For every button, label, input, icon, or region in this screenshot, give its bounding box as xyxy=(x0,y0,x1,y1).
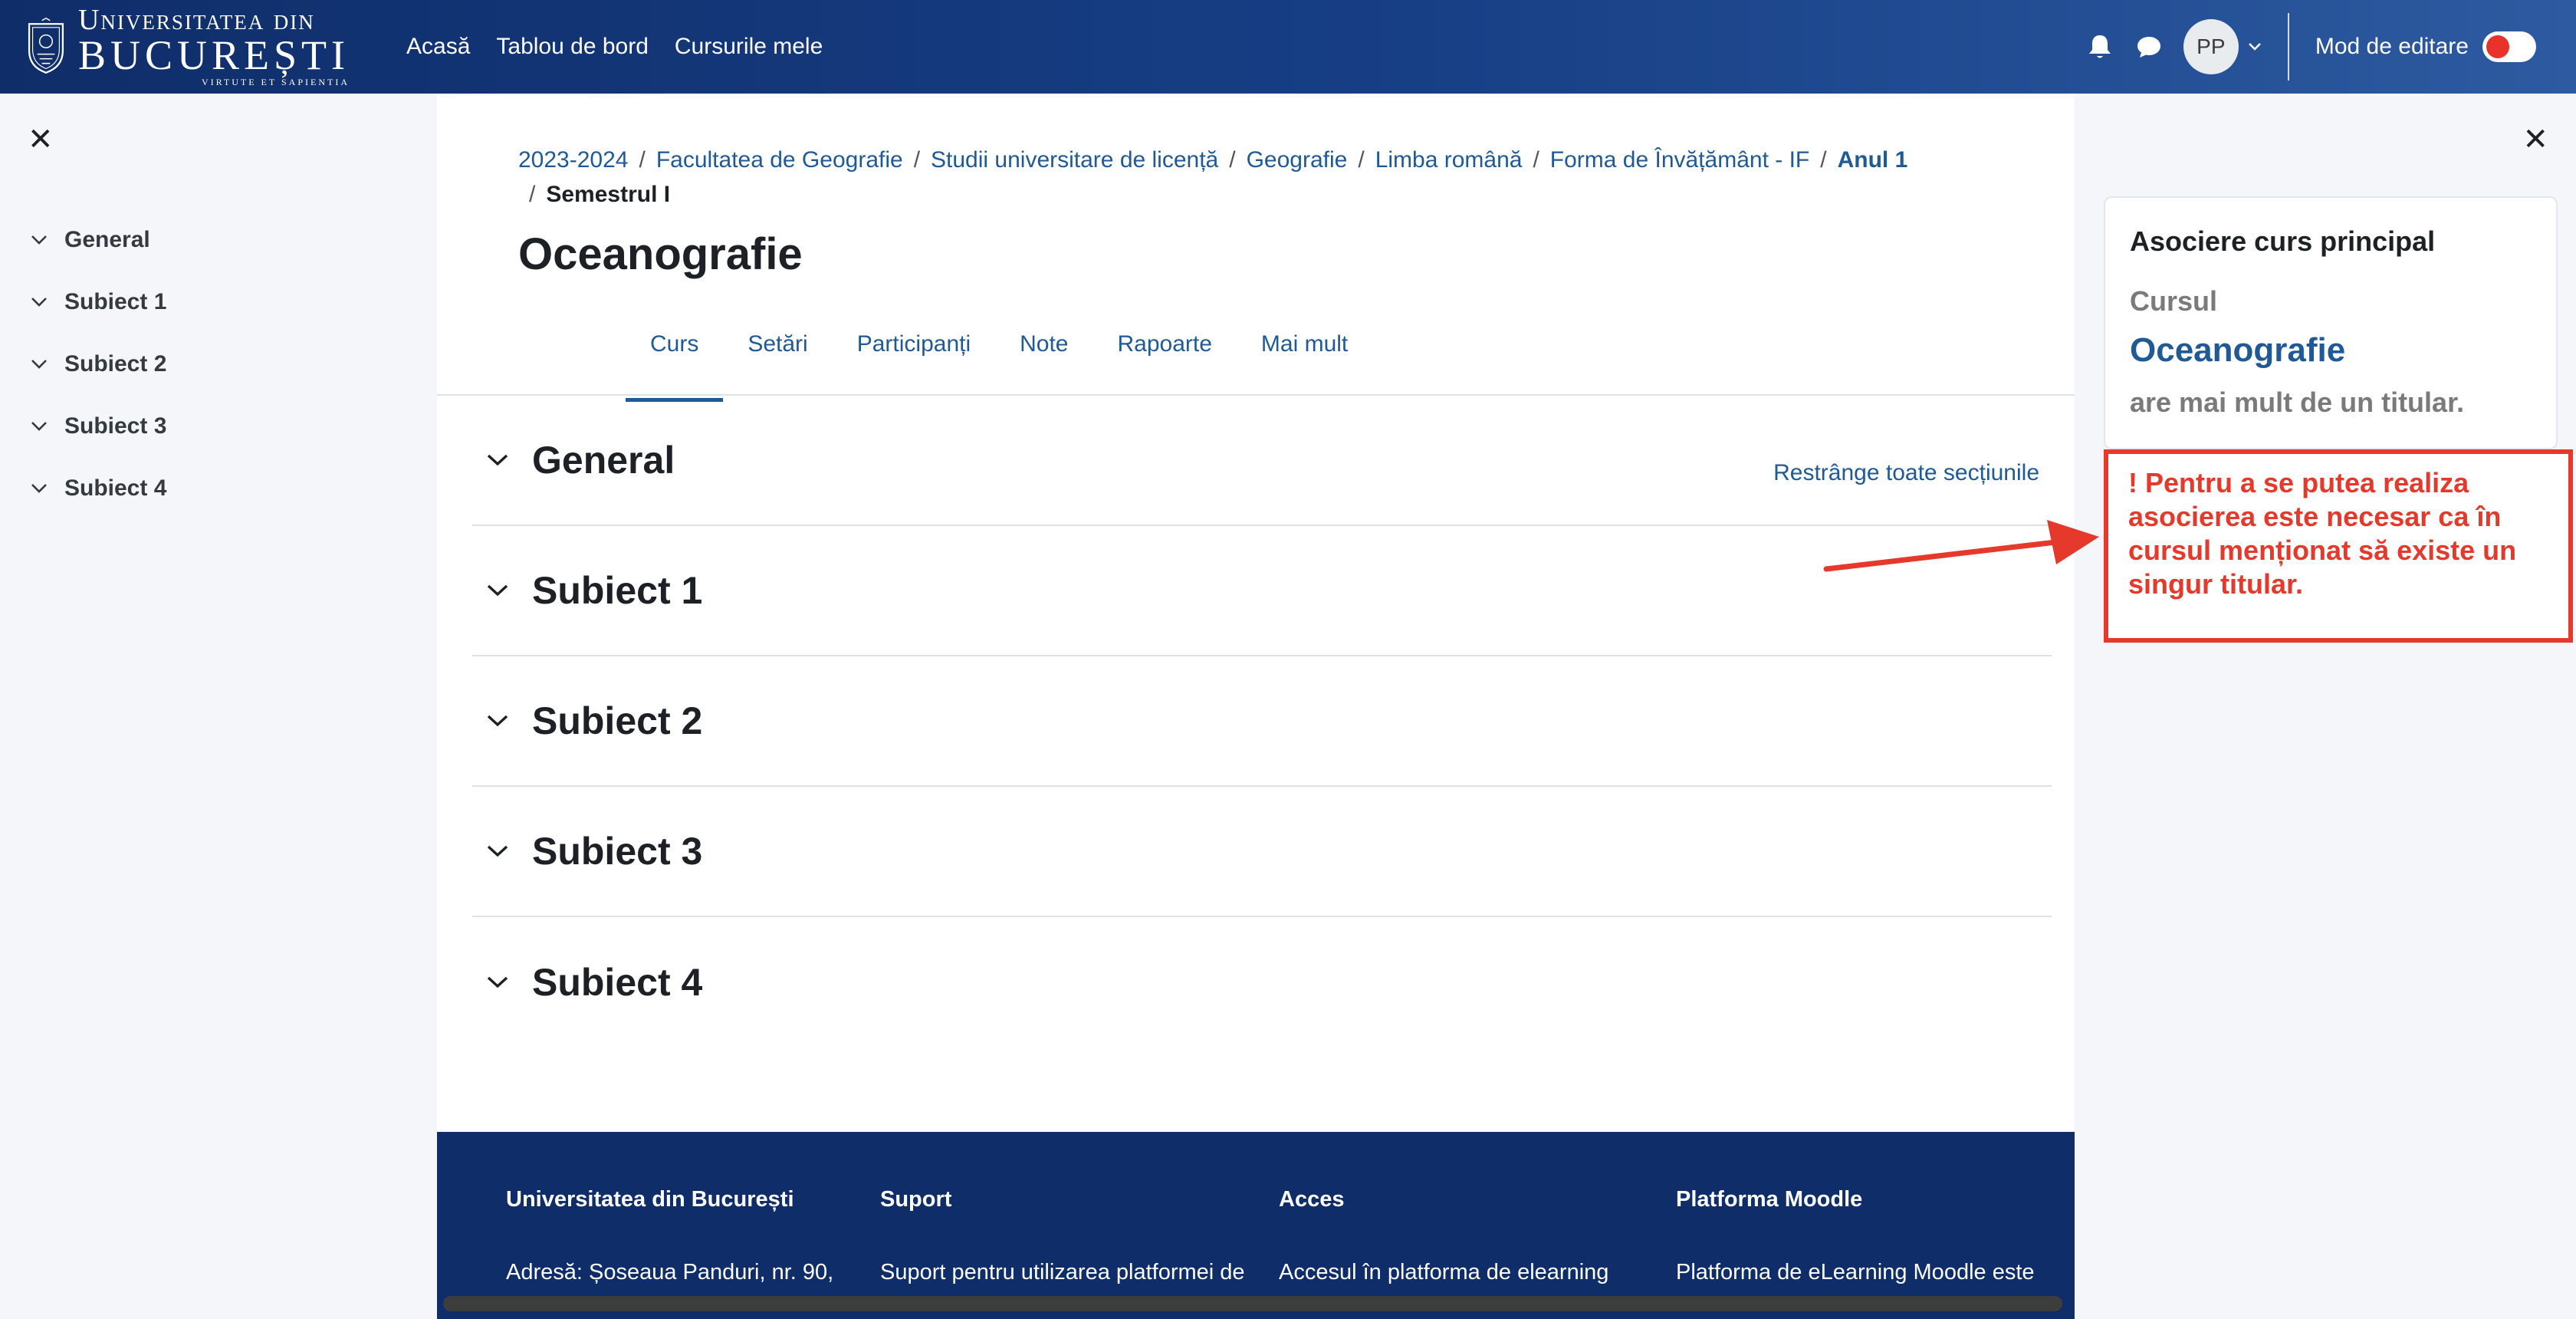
logo-motto: VIRTUTE ET SAPIENTIA xyxy=(201,77,350,87)
page-footer: Universitatea din București Adresă: Șose… xyxy=(437,1132,2075,1319)
primary-navigation: Acasă Tablou de bord Cursurile mele xyxy=(406,0,823,94)
section-title[interactable]: Subiect 4 xyxy=(532,960,702,1005)
section-title[interactable]: Subiect 2 xyxy=(532,699,702,743)
block-main-course-association: Asociere curs principal Cursul Oceanogra… xyxy=(2104,196,2558,449)
section-title[interactable]: Subiect 3 xyxy=(532,829,702,873)
footer-heading: Suport xyxy=(880,1187,952,1212)
footer-text: Platforma de eLearning Moodle este dezvo… xyxy=(1676,1260,2035,1284)
chevron-down-icon[interactable] xyxy=(486,453,509,467)
course-sections: General Subiect 1 Subiect 2 Subiect 3 Su… xyxy=(472,396,2052,1048)
tab-reports[interactable]: Rapoarte xyxy=(1093,316,1237,402)
chevron-down-icon[interactable] xyxy=(486,975,509,989)
footer-text: Accesul în platforma de elearning Moodle… xyxy=(1279,1260,1609,1284)
footer-text: Suport pentru utilizarea platformei de e… xyxy=(880,1260,1245,1284)
top-navbar: Universitatea din BUCUREȘTI VIRTUTE ET S… xyxy=(0,0,2576,94)
course-index-item-general[interactable]: General xyxy=(31,209,166,271)
bell-icon[interactable] xyxy=(2085,32,2114,61)
edit-mode-toggle[interactable] xyxy=(2482,31,2536,62)
breadcrumb-faculty[interactable]: Facultatea de Geografie xyxy=(656,147,903,173)
course-main: 2023-2024/Facultatea de Geografie / Studii… xyxy=(437,94,2075,1319)
course-index-item-subiect-3[interactable]: Subiect 3 xyxy=(31,395,166,457)
section-title[interactable]: Subiect 1 xyxy=(532,568,702,613)
course-index-label: Subiect 1 xyxy=(64,288,167,314)
warning-annotation: ! Pentru a se putea realiza asocierea es… xyxy=(2104,449,2573,643)
course-index-label: General xyxy=(64,226,150,252)
chevron-down-icon[interactable] xyxy=(2248,42,2262,51)
tab-course[interactable]: Curs xyxy=(626,316,724,402)
edit-mode-label: Mod de editare xyxy=(2315,34,2469,59)
nav-dashboard[interactable]: Tablou de bord xyxy=(496,34,649,60)
chevron-down-icon[interactable] xyxy=(31,483,48,494)
course-index-item-subiect-4[interactable]: Subiect 4 xyxy=(31,457,166,519)
logo-line2: BUCUREȘTI xyxy=(77,32,350,78)
chevron-down-icon[interactable] xyxy=(31,297,48,308)
annotation-arrow xyxy=(1823,520,2099,572)
user-menu-area: PP Mod de editare xyxy=(2085,0,2536,94)
close-icon[interactable]: ✕ xyxy=(2522,124,2548,155)
footer-heading: Acces xyxy=(1279,1187,1345,1212)
section-subiect-1: Subiect 1 xyxy=(472,526,2052,656)
section-subiect-3: Subiect 3 xyxy=(472,787,2052,917)
footer-column-moodle: Platforma Moodle Platforma de eLearning … xyxy=(1676,1187,2059,1289)
block-course-link[interactable]: Oceanografie xyxy=(2130,331,2345,370)
block-note: are mai mult de un titular. xyxy=(2130,386,2465,418)
navbar-divider xyxy=(2287,13,2289,81)
chat-icon[interactable] xyxy=(2134,32,2164,61)
block-drawer: ✕ Asociere curs principal Cursul Oceanog… xyxy=(2075,94,2576,1319)
chevron-down-icon[interactable] xyxy=(486,844,509,858)
footer-text: Adresă: Șoseaua Panduri, nr. 90, Sector … xyxy=(506,1260,834,1284)
footer-column-access: Acces Accesul în platforma de elearning … xyxy=(1279,1187,1662,1289)
course-index-label: Subiect 4 xyxy=(64,475,167,501)
course-index-label: Subiect 3 xyxy=(64,413,167,439)
nav-my-courses[interactable]: Cursurile mele xyxy=(675,34,823,60)
avatar[interactable]: PP xyxy=(2183,19,2239,74)
footer-column-university: Universitatea din București Adresă: Șose… xyxy=(506,1187,889,1289)
chevron-down-icon[interactable] xyxy=(31,235,48,245)
breadcrumb-form[interactable]: Forma de Învățământ - IF xyxy=(1550,147,1809,173)
section-subiect-4: Subiect 4 xyxy=(472,917,2052,1048)
footer-heading: Platforma Moodle xyxy=(1676,1187,1863,1212)
course-index-drawer: ✕ General Subiect 1 Subiect 2 Subiect 3 … xyxy=(0,94,437,1319)
section-general: General xyxy=(472,396,2052,526)
page-title: Oceanografie xyxy=(518,229,803,279)
breadcrumb-study-level[interactable]: Studii universitare de licență xyxy=(931,147,1218,173)
tab-participants[interactable]: Participanți xyxy=(833,316,995,402)
breadcrumb-year[interactable]: 2023-2024 xyxy=(518,147,628,173)
chevron-down-icon[interactable] xyxy=(486,714,509,728)
chevron-down-icon[interactable] xyxy=(31,421,48,432)
footer-column-support: Suport Suport pentru utilizarea platform… xyxy=(880,1187,1263,1289)
breadcrumb-language[interactable]: Limba română xyxy=(1375,147,1523,173)
nav-home[interactable]: Acasă xyxy=(406,34,470,60)
footer-heading: Universitatea din București xyxy=(506,1187,794,1212)
block-title: Asociere curs principal xyxy=(2130,225,2436,257)
logo-line1: Universitatea din xyxy=(77,4,315,36)
breadcrumb: 2023-2024/Facultatea de Geografie / Studii… xyxy=(518,147,1908,207)
toggle-knob xyxy=(2486,35,2509,58)
block-course-label: Cursul xyxy=(2130,285,2218,317)
course-index: General Subiect 1 Subiect 2 Subiect 3 Su… xyxy=(31,209,166,519)
tab-settings[interactable]: Setări xyxy=(723,316,832,402)
tab-grades[interactable]: Note xyxy=(995,316,1092,402)
course-index-item-subiect-1[interactable]: Subiect 1 xyxy=(31,271,166,333)
horizontal-scrollbar[interactable] xyxy=(443,1296,2062,1311)
university-logo[interactable]: Universitatea din BUCUREȘTI VIRTUTE ET S… xyxy=(25,5,350,87)
university-crest-icon xyxy=(28,17,64,74)
course-index-label: Subiect 2 xyxy=(64,350,167,377)
tab-more[interactable]: Mai mult xyxy=(1237,316,1372,402)
course-index-item-subiect-2[interactable]: Subiect 2 xyxy=(31,333,166,395)
chevron-down-icon[interactable] xyxy=(31,359,48,370)
logo-text: Universitatea din BUCUREȘTI VIRTUTE ET S… xyxy=(78,5,350,87)
section-subiect-2: Subiect 2 xyxy=(472,656,2052,787)
chevron-down-icon[interactable] xyxy=(486,584,509,597)
breadcrumb-program[interactable]: Geografie xyxy=(1247,147,1348,173)
breadcrumb-semester: Semestrul I xyxy=(546,182,671,207)
breadcrumb-year-of-study[interactable]: Anul 1 xyxy=(1838,147,1908,173)
course-tabs: Curs Setări Participanți Note Rapoarte M… xyxy=(626,316,1372,402)
close-icon[interactable]: ✕ xyxy=(28,124,54,155)
section-title[interactable]: General xyxy=(532,438,675,482)
